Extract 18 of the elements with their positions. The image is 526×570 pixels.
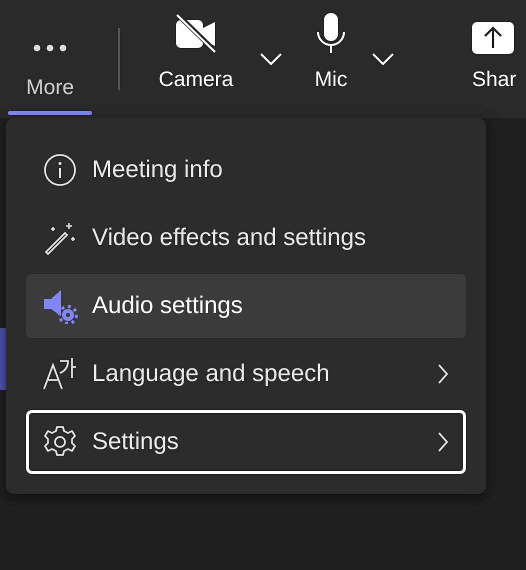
share-icon <box>472 22 514 54</box>
more-icon <box>33 44 68 52</box>
camera-button[interactable]: Camera <box>148 8 244 110</box>
magic-wand-icon <box>43 221 77 255</box>
menu-item[interactable]: Settings <box>26 410 466 474</box>
info-icon <box>43 153 77 187</box>
chevron-down-icon[interactable] <box>372 53 394 65</box>
more-button[interactable]: More <box>8 0 92 118</box>
menu-item[interactable]: Meeting info <box>26 138 466 202</box>
speaker-gear-icon <box>42 288 78 324</box>
menu-item[interactable]: Language and speech <box>26 342 466 406</box>
language-icon <box>42 357 78 391</box>
menu-item[interactable]: Video effects and settings <box>26 206 466 270</box>
settings-icon <box>43 425 77 459</box>
mic-button[interactable]: Mic <box>306 8 356 110</box>
chevron-down-icon[interactable] <box>260 53 282 65</box>
menu-item[interactable]: Audio settings <box>26 274 466 338</box>
share-button[interactable]: Shar <box>466 8 526 110</box>
